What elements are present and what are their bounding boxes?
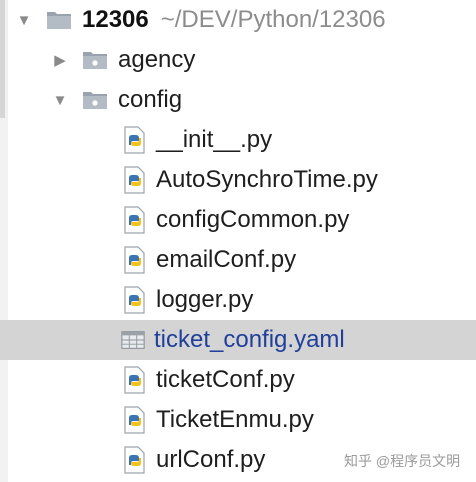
yaml-file-icon [121,331,145,349]
python-file-icon [124,366,145,394]
folder-name: config [118,86,183,113]
file-name: ticket_config.yaml [154,326,345,353]
file-name: configCommon.py [156,206,350,233]
file-name: AutoSynchroTime.py [156,166,378,193]
python-file-icon [124,446,145,474]
file-name: TicketEnmu.py [156,406,314,433]
tree-row-file[interactable]: AutoSynchroTime.py [0,160,476,200]
tree-row-config[interactable]: ▼ config [0,80,476,120]
python-file-icon [124,286,145,314]
tree-row-root[interactable]: ▼ 12306 ~/DEV/Python/12306 [0,0,476,40]
python-file-icon [124,406,145,434]
folder-icon [83,92,107,109]
tree-row-file[interactable]: __init__.py [0,120,476,160]
tree-row-file[interactable]: emailConf.py [0,240,476,280]
tree-row-file[interactable]: logger.py [0,280,476,320]
triangle-down-icon[interactable]: ▼ [50,90,70,110]
triangle-right-icon[interactable]: ▶ [50,50,70,70]
python-file-icon [124,246,145,274]
tree-row-file[interactable]: ticketConf.py [0,360,476,400]
file-name: __init__.py [156,126,273,153]
python-file-icon [124,206,145,234]
tree-row-file[interactable]: configCommon.py [0,200,476,240]
folder-name: agency [118,46,196,73]
file-name: ticketConf.py [156,366,295,393]
watermark-text: 知乎 @程序员文明 [344,453,461,469]
file-name: urlConf.py [156,446,266,473]
file-name: logger.py [156,286,254,313]
tree-row-agency[interactable]: ▶ agency [0,40,476,80]
folder-icon [83,52,107,69]
triangle-down-icon[interactable]: ▼ [14,10,34,30]
python-file-icon [124,126,145,154]
folder-icon [47,12,71,29]
python-file-icon [124,166,145,194]
root-folder-name: 12306 [82,6,149,33]
file-name: emailConf.py [156,246,297,273]
root-folder-path: ~/DEV/Python/12306 [160,6,386,33]
tree-row-file-selected[interactable]: ticket_config.yaml [0,320,476,360]
tree-row-file[interactable]: TicketEnmu.py [0,400,476,440]
